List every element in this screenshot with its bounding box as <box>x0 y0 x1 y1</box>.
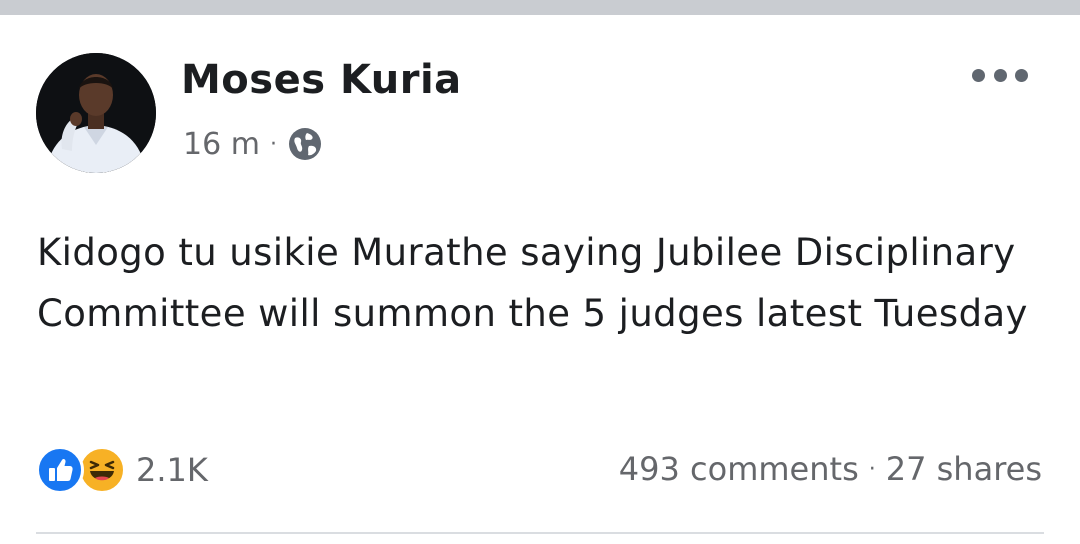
divider <box>36 532 1044 534</box>
top-bar <box>0 0 1080 15</box>
post-text: Kidogo tu usikie Murathe saying Jubilee … <box>37 231 1028 335</box>
post-meta: 16 m · <box>183 122 323 166</box>
more-dot <box>993 68 1007 82</box>
post-stats: 493 comments · 27 shares <box>619 446 1042 492</box>
stats-separator: · <box>868 456 876 482</box>
globe-icon[interactable] <box>287 126 323 162</box>
reaction-count[interactable]: 2.1K <box>136 451 208 489</box>
author-name[interactable]: Moses Kuria <box>181 52 462 108</box>
post-time[interactable]: 16 m <box>183 127 260 162</box>
reactions-summary[interactable]: 2.1K <box>36 445 208 495</box>
avatar[interactable] <box>36 53 156 173</box>
comments-count[interactable]: 493 comments <box>619 450 859 488</box>
shares-count[interactable]: 27 shares <box>886 450 1042 488</box>
like-icon <box>36 446 84 494</box>
avatar-image <box>36 53 156 173</box>
more-options-icon[interactable] <box>972 62 1028 88</box>
more-dot <box>972 68 985 82</box>
haha-icon <box>78 446 126 494</box>
meta-separator: · <box>269 131 277 157</box>
more-dot <box>1015 68 1028 82</box>
